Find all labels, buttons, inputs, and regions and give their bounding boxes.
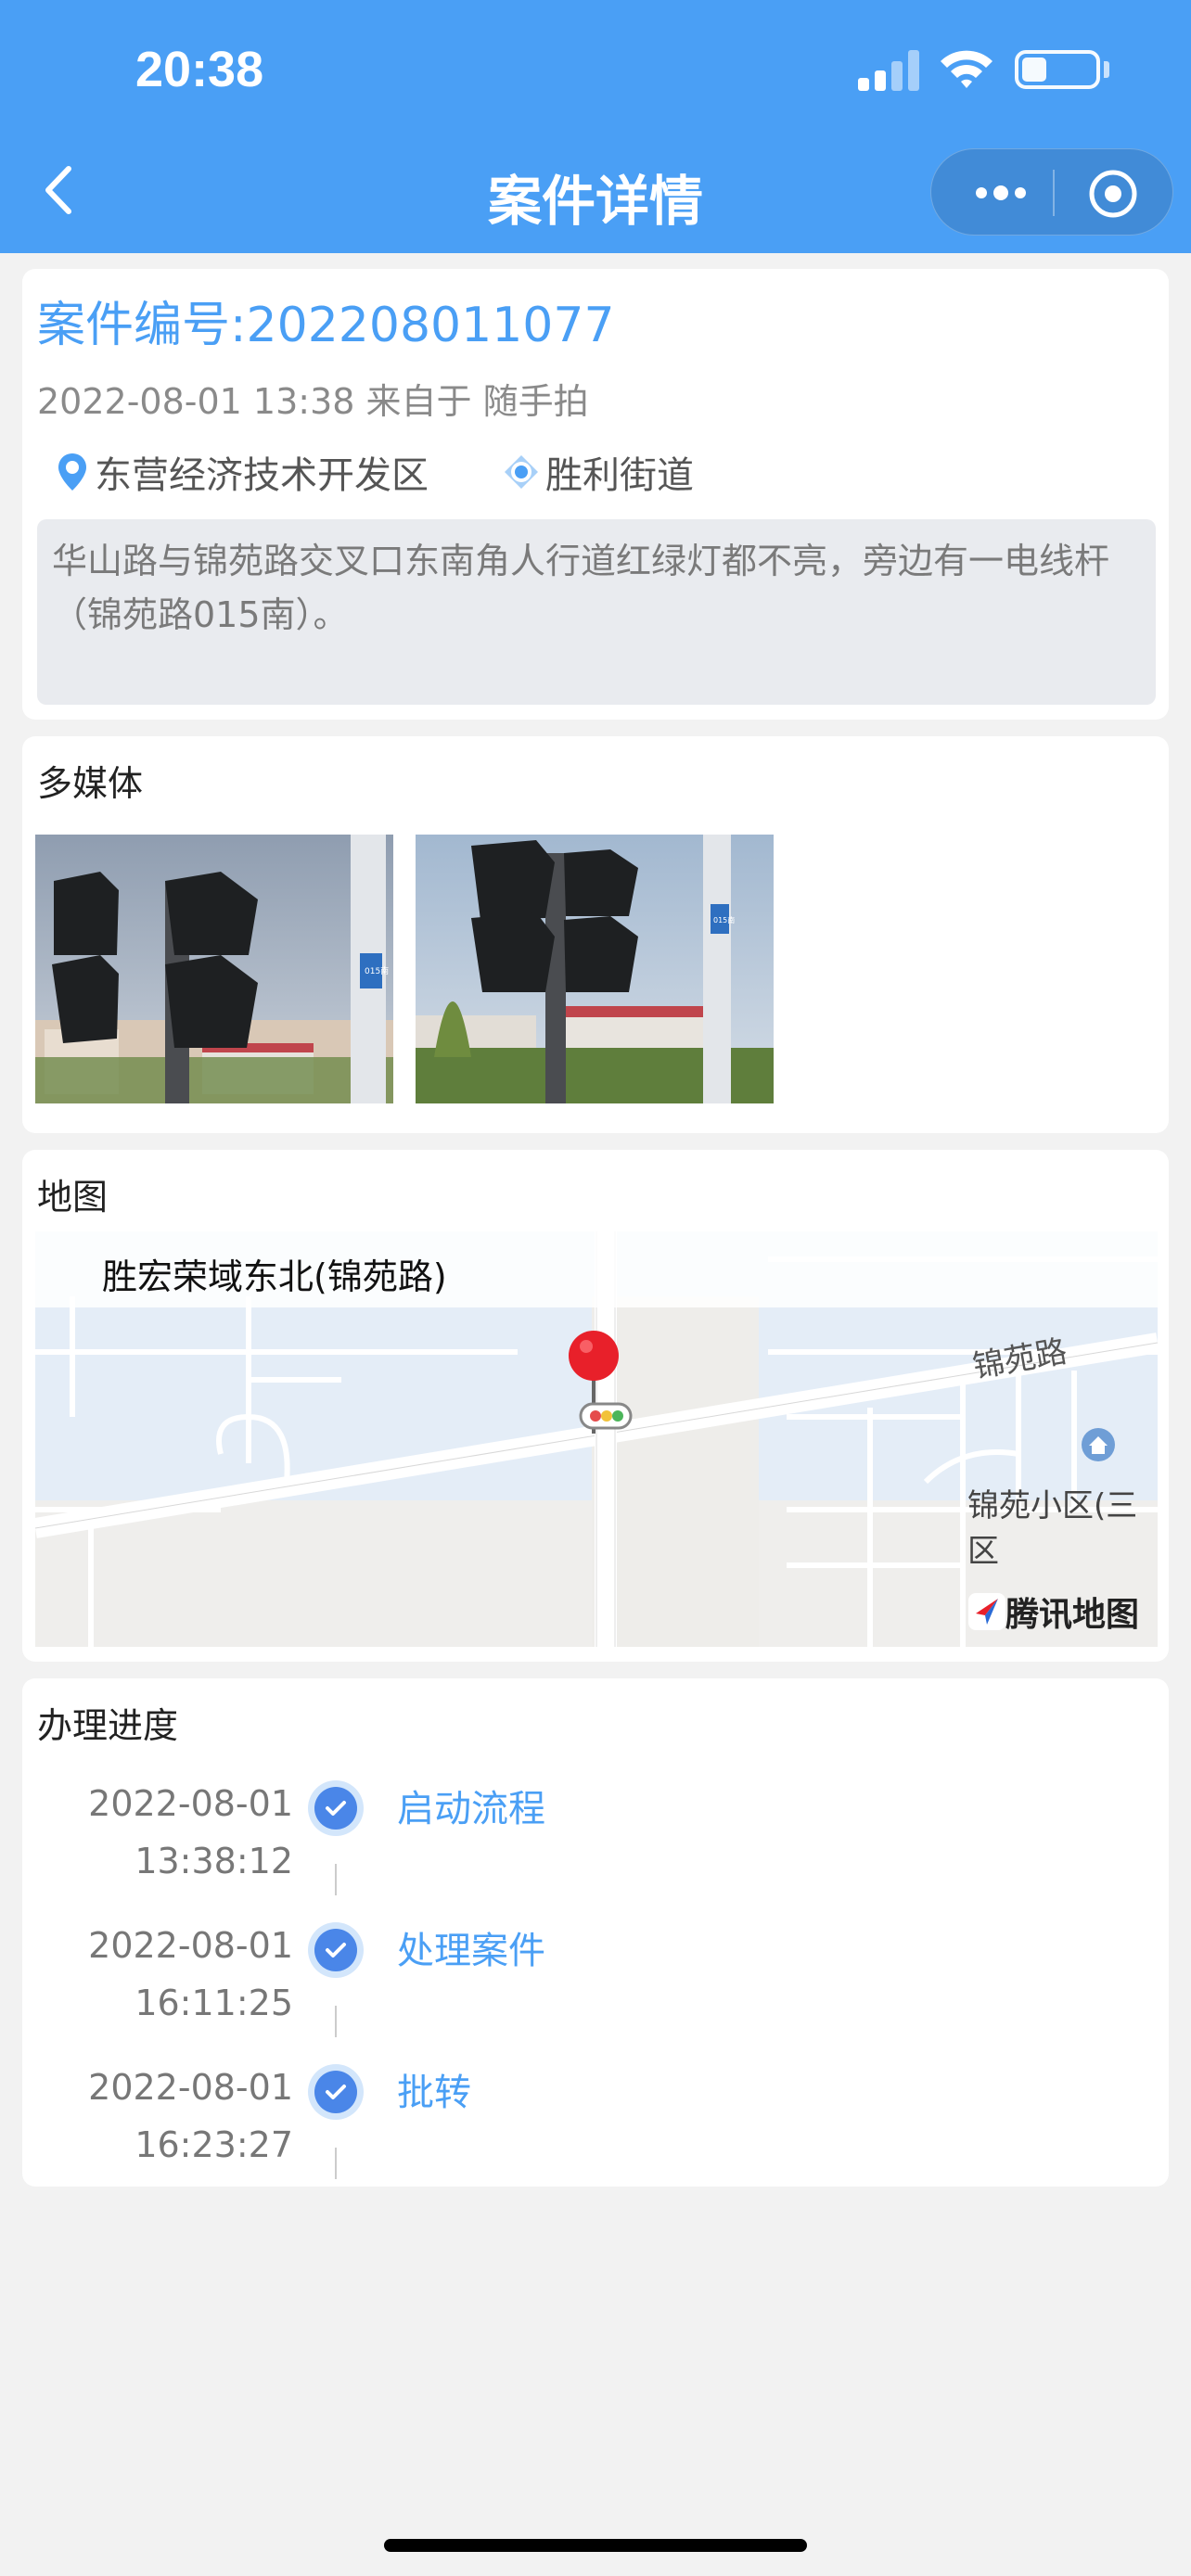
capsule-divider xyxy=(1053,170,1055,216)
timeline-step: 2022-08-01 16:11:25 处理案件 xyxy=(22,1917,1169,2059)
mini-program-capsule xyxy=(930,148,1173,236)
case-info-card: 案件编号:202208011077 2022-08-01 13:38 来自于 随… xyxy=(22,269,1169,720)
media-card: 多媒体 015南 015南 xyxy=(22,736,1169,1133)
timeline-datetime: 2022-08-01 13:38:12 xyxy=(41,1775,293,1890)
timeline-step-label[interactable]: 处理案件 xyxy=(397,1920,545,1974)
status-time: 20:38 xyxy=(135,42,264,97)
photo-sign-text: 015南 xyxy=(365,965,389,976)
timeline-datetime: 2022-08-01 16:11:25 xyxy=(41,1917,293,2032)
battery-icon xyxy=(1015,50,1100,89)
media-photo-1[interactable]: 015南 xyxy=(35,835,393,1103)
photo-sign-text: 015南 xyxy=(713,915,735,925)
map-place-label: 胜宏荣域东北(锦苑路) xyxy=(102,1256,447,1297)
map-provider-logo: 腾讯地图 xyxy=(967,1588,1139,1636)
case-meta: 2022-08-01 13:38 来自于 随手拍 xyxy=(37,381,589,422)
map-place-banner: 胜宏荣域东北(锦苑路) xyxy=(35,1231,1158,1307)
top-bar: 20:38 案件详情 xyxy=(0,0,1191,253)
timeline-connector xyxy=(335,2006,337,2037)
location-pin-icon xyxy=(58,453,86,491)
street-tag: 胜利街道 xyxy=(503,445,694,499)
map-view[interactable]: 胜宏荣域东北(锦苑路) 锦苑路 锦苑小区(三区 腾讯地图 xyxy=(35,1231,1158,1647)
close-miniprogram-icon[interactable] xyxy=(1087,168,1139,220)
media-photo-2[interactable]: 015南 xyxy=(416,835,774,1103)
tencent-map-icon xyxy=(967,1593,1005,1630)
traffic-light-marker-icon xyxy=(579,1402,633,1430)
traffic-light-photo-icon: 015南 xyxy=(35,835,393,1103)
timeline-time: 16:23:27 xyxy=(134,2124,293,2165)
map-section-title: 地图 xyxy=(37,1177,109,1218)
timeline-step-label[interactable]: 批转 xyxy=(397,2062,471,2116)
timeline-connector xyxy=(335,2148,337,2179)
timeline-step-label[interactable]: 启动流程 xyxy=(397,1779,545,1832)
timeline-date: 2022-08-01 xyxy=(88,2067,293,2108)
check-icon xyxy=(308,2064,364,2120)
case-number: 案件编号:202208011077 xyxy=(37,298,615,353)
timeline-connector xyxy=(335,1864,337,1895)
poi-home-icon xyxy=(1082,1428,1115,1461)
check-icon xyxy=(308,1922,364,1978)
map-poi-label: 锦苑小区(三区 xyxy=(967,1487,1138,1570)
wifi-icon xyxy=(941,50,992,88)
more-icon[interactable] xyxy=(968,168,1033,218)
progress-card: 办理进度 2022-08-01 13:38:12 启动流程 2022-08-01… xyxy=(22,1678,1169,2187)
media-section-title: 多媒体 xyxy=(37,763,144,804)
map-card: 地图 胜宏荣域东北(锦苑路) 锦苑路 锦苑小区(三区 腾讯地图 xyxy=(22,1150,1169,1662)
location-target-icon xyxy=(505,455,538,489)
traffic-light-photo-icon: 015南 xyxy=(416,835,774,1103)
home-indicator[interactable] xyxy=(384,2539,807,2552)
timeline-datetime: 2022-08-01 16:23:27 xyxy=(41,2059,293,2174)
timeline-step: 2022-08-01 16:23:27 批转 xyxy=(22,2059,1169,2200)
check-icon xyxy=(308,1780,364,1836)
timeline-time: 13:38:12 xyxy=(134,1841,293,1881)
timeline-date: 2022-08-01 xyxy=(88,1925,293,1966)
map-provider-name: 腾讯地图 xyxy=(1005,1596,1139,1634)
case-description: 华山路与锦苑路交叉口东南角人行道红绿灯都不亮，旁边有一电线杆（锦苑路015南）。 xyxy=(37,519,1156,705)
timeline-time: 16:11:25 xyxy=(134,1983,293,2023)
street-name: 胜利街道 xyxy=(545,454,694,497)
cellular-signal-icon xyxy=(858,48,919,91)
timeline-date: 2022-08-01 xyxy=(88,1783,293,1824)
timeline-step: 2022-08-01 13:38:12 启动流程 xyxy=(22,1775,1169,1917)
district-tag: 东营经济技术开发区 xyxy=(56,445,429,499)
district-name: 东营经济技术开发区 xyxy=(95,454,429,497)
progress-section-title: 办理进度 xyxy=(37,1705,179,1746)
battery-tip xyxy=(1104,61,1109,78)
